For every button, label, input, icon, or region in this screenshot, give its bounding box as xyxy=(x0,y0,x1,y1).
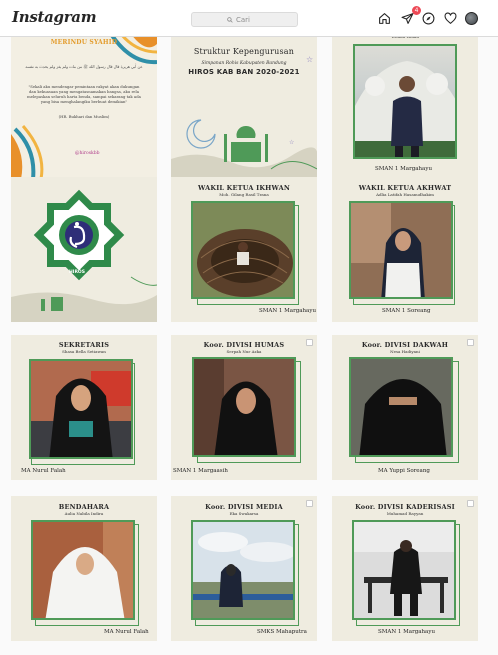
logo-label: HIROS xyxy=(69,270,85,275)
person-photo-illustration xyxy=(193,522,293,618)
quote-source: (HR. Bukhari dan Muslim) xyxy=(58,114,110,119)
post-tile[interactable]: ☆ ☆ Struktur Kepengurusan Simpanan Rohis… xyxy=(171,34,317,179)
profile-avatar[interactable] xyxy=(465,12,478,25)
hiros-logo xyxy=(11,189,157,322)
search-box[interactable] xyxy=(191,12,298,27)
member-role: WAKIL KETUA AKHWAT xyxy=(358,184,452,192)
member-name: Aulia Nabila Indira xyxy=(64,511,104,516)
member-school: MA Nurul Falah xyxy=(21,468,66,474)
compass-icon xyxy=(422,12,435,25)
post-tile[interactable]: SEKRETARIS Shasa Bella Setiawan MA Nurul… xyxy=(11,335,157,480)
member-photo xyxy=(29,359,133,459)
home-button[interactable] xyxy=(377,11,392,26)
member-photo xyxy=(349,201,453,299)
member-school: MA Yuppi Soreang xyxy=(378,468,430,474)
post-tile[interactable]: Wildan Ismail SMAN 1 Margahayu xyxy=(332,34,478,179)
member-name: Nesa Hadiyani xyxy=(390,349,420,354)
post-tile[interactable]: MERINDU SYAHID عن أبي هريرة قال قال رسول… xyxy=(11,34,157,179)
post-tile[interactable]: BENDAHARA Aulia Nabila Indira MA Nurul F… xyxy=(11,496,157,641)
member-name: Muhamad Rayyan xyxy=(386,511,424,516)
member-role: Koor. DIVISI MEDIA xyxy=(205,503,283,511)
search-icon xyxy=(227,16,233,23)
member-role: WAKIL KETUA IKHWAN xyxy=(198,184,290,192)
person-photo-illustration xyxy=(351,359,451,455)
post-tile[interactable]: Koor. DIVISI HUMAS Serpah Nur Azka SMAN … xyxy=(171,335,317,480)
member-school: SMAN 1 Margahayu xyxy=(375,166,432,172)
explore-button[interactable] xyxy=(421,11,436,26)
post-tile[interactable]: HIROS xyxy=(11,177,157,322)
post-tile[interactable]: WAKIL KETUA IKHWAN Moh. Gilang Rasil Tra… xyxy=(171,177,317,322)
member-name: Shasa Bella Setiawan xyxy=(62,349,106,354)
instagram-handle: @hiroskbb xyxy=(75,151,100,156)
search-input[interactable] xyxy=(236,15,262,24)
member-photo xyxy=(349,357,453,457)
person-photo-illustration xyxy=(351,203,451,297)
member-role: SEKRETARIS xyxy=(58,341,110,349)
post-tile[interactable]: WAKIL KETUA AKHWAT Adlia Latifah Hasanud… xyxy=(332,177,478,322)
member-school: MA Nurul Falah xyxy=(104,629,149,635)
instagram-logo[interactable]: Instagram xyxy=(12,8,97,26)
member-school: SMAN 1 Margahayu xyxy=(259,308,316,314)
member-name: Eka Swakarsa xyxy=(229,511,259,516)
direct-messages-button[interactable]: 4 xyxy=(400,6,421,26)
person-photo-illustration xyxy=(355,61,455,157)
notification-badge: 4 xyxy=(412,6,421,15)
decorative-swirls xyxy=(11,34,157,179)
member-school: SMKS Mahaputra xyxy=(257,629,307,635)
person-photo-illustration xyxy=(194,359,294,455)
member-school: SMAN 1 Margaasih xyxy=(173,468,228,474)
post-subtitle: Simpanan Rohis Kabupaten Bandung xyxy=(201,61,287,66)
member-name: Adlia Latifah Hasanudhakim xyxy=(376,192,434,197)
quote-text: "Sekali aku mendengar pemintaan rakyat a… xyxy=(27,84,141,104)
member-photo xyxy=(31,520,135,620)
member-photo xyxy=(352,520,456,620)
member-role: Koor. DIVISI DAKWAH xyxy=(361,341,449,349)
member-role: BENDAHARA xyxy=(58,503,110,511)
member-name: Moh. Gilang Rasil Trana xyxy=(219,192,269,197)
posts-grid: MERINDU SYAHID عن أبي هريرة قال قال رسول… xyxy=(0,34,498,655)
svg-text:☆: ☆ xyxy=(289,139,294,146)
post-tile[interactable]: Koor. DIVISI KADERISASI Muhamad Rayyan S… xyxy=(332,496,478,641)
paper-plane-icon xyxy=(401,13,414,24)
person-photo-illustration xyxy=(354,522,454,618)
top-navigation-bar: Instagram 4 xyxy=(0,0,498,37)
member-photo xyxy=(191,520,295,620)
home-icon xyxy=(379,13,390,24)
nest-photo-illustration xyxy=(193,203,293,297)
member-role: Koor. DIVISI HUMAS xyxy=(203,341,285,349)
member-school: SMAN 1 Margahayu xyxy=(378,629,435,635)
member-name: Serpah Nur Azka xyxy=(226,349,262,354)
post-title: Struktur Kepengurusan xyxy=(193,47,295,56)
member-photo xyxy=(191,201,295,299)
heart-icon xyxy=(444,12,457,24)
post-tile[interactable]: Koor. DIVISI DAKWAH Nesa Hadiyani MA Yup… xyxy=(332,335,478,480)
member-photo xyxy=(192,357,296,457)
arabic-text: عن أبي هريرة قال قال رسول الله ﷺ من مات … xyxy=(25,64,143,69)
member-school: SMAN 1 Soreang xyxy=(382,308,431,314)
member-photo xyxy=(353,44,457,159)
post-tile[interactable]: Koor. DIVISI MEDIA Eka Swakarsa SMKS Mah… xyxy=(171,496,317,641)
member-role: Koor. DIVISI KADERISASI xyxy=(355,503,455,511)
person-photo-illustration xyxy=(33,522,133,618)
post-headline: HIROS KAB BAN 2020-2021 xyxy=(188,68,300,76)
person-photo-illustration xyxy=(31,361,131,457)
post-title: MERINDU SYAHID xyxy=(50,39,118,46)
activity-button[interactable] xyxy=(443,11,458,26)
